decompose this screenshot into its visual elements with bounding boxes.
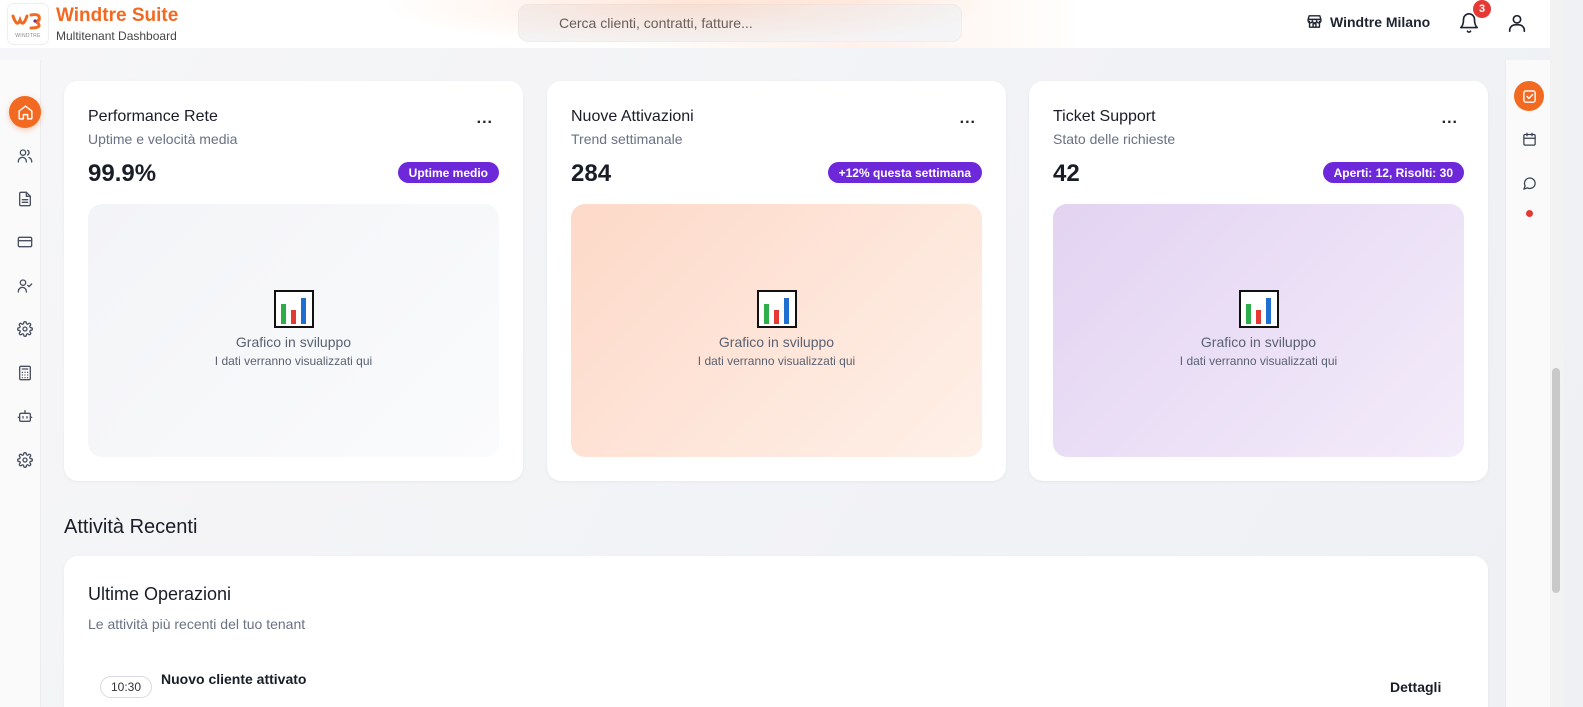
tenant-name: Windtre Milano (1330, 13, 1431, 30)
card-title: Performance Rete (88, 108, 218, 125)
chart-placeholder: Grafico in sviluppo I dati verranno visu… (571, 204, 982, 457)
chart-placeholder-title: Grafico in sviluppo (718, 333, 835, 350)
scrollbar-track[interactable] (1550, 0, 1564, 707)
sidebar-item-billing[interactable] (9, 226, 41, 258)
section-title-recent: Attività Recenti (64, 516, 198, 538)
windtre-logo: WINDTRE (8, 4, 48, 44)
rail-item-calendar[interactable] (1514, 124, 1544, 154)
chat-icon (1522, 176, 1536, 190)
card-subtitle: Stato delle richieste (1053, 131, 1176, 147)
gear-icon (17, 321, 33, 337)
recent-operations-panel: Ultime Operazioni Le attività più recent… (64, 556, 1488, 707)
card-value: 42 (1053, 160, 1080, 187)
scrollbar-thumb[interactable] (1552, 368, 1560, 593)
left-sidebar (0, 60, 41, 707)
card-title: Ticket Support (1053, 108, 1156, 125)
operation-time: 10:30 (100, 676, 153, 698)
sidebar-item-bot[interactable] (9, 400, 41, 432)
card-performance-rete: Performance Rete Uptime e velocità media… (64, 81, 523, 481)
chart-placeholder-subtitle: I dati verranno visualizzati qui (697, 353, 856, 368)
card-badge: +12% questa settimana (827, 162, 982, 183)
sidebar-item-home[interactable] (9, 96, 41, 128)
app-root: WINDTRE Windtre Suite Multitenant Dashbo… (0, 0, 1583, 707)
search-input[interactable] (559, 15, 961, 31)
more-options-button[interactable]: ... (1442, 111, 1458, 127)
sidebar-item-calculator[interactable] (9, 357, 41, 389)
app-subtitle: Multitenant Dashboard (56, 29, 177, 43)
sidebar-item-user-check[interactable] (9, 270, 41, 302)
chart-placeholder-subtitle: I dati verranno visualizzati qui (214, 353, 373, 368)
card-subtitle: Uptime e velocità media (88, 131, 238, 147)
more-options-button[interactable]: ... (477, 111, 493, 127)
rail-item-tasks[interactable] (1514, 81, 1544, 111)
card-value: 99.9% (88, 160, 157, 187)
chart-placeholder-title: Grafico in sviluppo (1200, 333, 1317, 350)
card-nuove-attivazioni: Nuove Attivazioni Trend settimanale ... … (547, 81, 1006, 481)
top-header: WINDTRE Windtre Suite Multitenant Dashbo… (0, 0, 1550, 48)
task-check-icon (1522, 89, 1536, 103)
details-link[interactable]: Dettagli (1390, 679, 1441, 695)
search-bar[interactable] (518, 4, 962, 42)
chart-placeholder: Grafico in sviluppo I dati verranno visu… (88, 204, 499, 457)
rail-item-chat[interactable] (1514, 168, 1544, 198)
operation-title: Nuovo cliente attivato (161, 671, 307, 687)
user-check-icon (17, 279, 33, 293)
bot-icon (17, 410, 33, 422)
card-ticket-support: Ticket Support Stato delle richieste ...… (1029, 81, 1488, 481)
card-value: 284 (571, 160, 612, 187)
sidebar-item-settings[interactable] (9, 444, 41, 476)
card-badge: Aperti: 12, Risolti: 30 (1322, 162, 1464, 183)
brand[interactable]: WINDTRE Windtre Suite Multitenant Dashbo… (8, 4, 178, 44)
users-icon (17, 149, 33, 163)
calendar-icon (1522, 132, 1536, 146)
bar-chart-icon (1238, 289, 1279, 328)
panel-subtitle: Le attività più recenti del tuo tenant (88, 616, 306, 632)
home-icon (17, 104, 33, 120)
store-icon (1307, 15, 1322, 28)
right-rail (1505, 60, 1550, 707)
bar-chart-icon (273, 289, 314, 328)
calculator-icon (19, 365, 31, 381)
user-icon[interactable] (1506, 12, 1528, 34)
credit-card-icon (17, 236, 33, 248)
sidebar-item-users[interactable] (9, 140, 41, 172)
more-options-button[interactable]: ... (960, 111, 976, 127)
card-title: Nuove Attivazioni (571, 108, 694, 125)
document-icon (19, 191, 31, 207)
chart-placeholder-title: Grafico in sviluppo (235, 333, 352, 350)
chart-placeholder: Grafico in sviluppo I dati verranno visu… (1053, 204, 1464, 457)
card-badge: Uptime medio (397, 162, 499, 183)
notification-badge: 3 (1473, 0, 1491, 18)
sidebar-item-documents[interactable] (9, 183, 41, 215)
status-dot (1526, 210, 1533, 217)
logo-caption: WINDTRE (15, 32, 41, 39)
panel-title: Ultime Operazioni (88, 584, 232, 604)
chart-placeholder-subtitle: I dati verranno visualizzati qui (1179, 353, 1338, 368)
sidebar-item-config[interactable] (9, 313, 41, 345)
settings-icon (17, 452, 33, 468)
card-subtitle: Trend settimanale (571, 131, 683, 147)
app-title: Windtre Suite (56, 5, 179, 26)
tenant-selector[interactable]: Windtre Milano (1306, 13, 1430, 30)
bar-chart-icon (756, 289, 797, 328)
